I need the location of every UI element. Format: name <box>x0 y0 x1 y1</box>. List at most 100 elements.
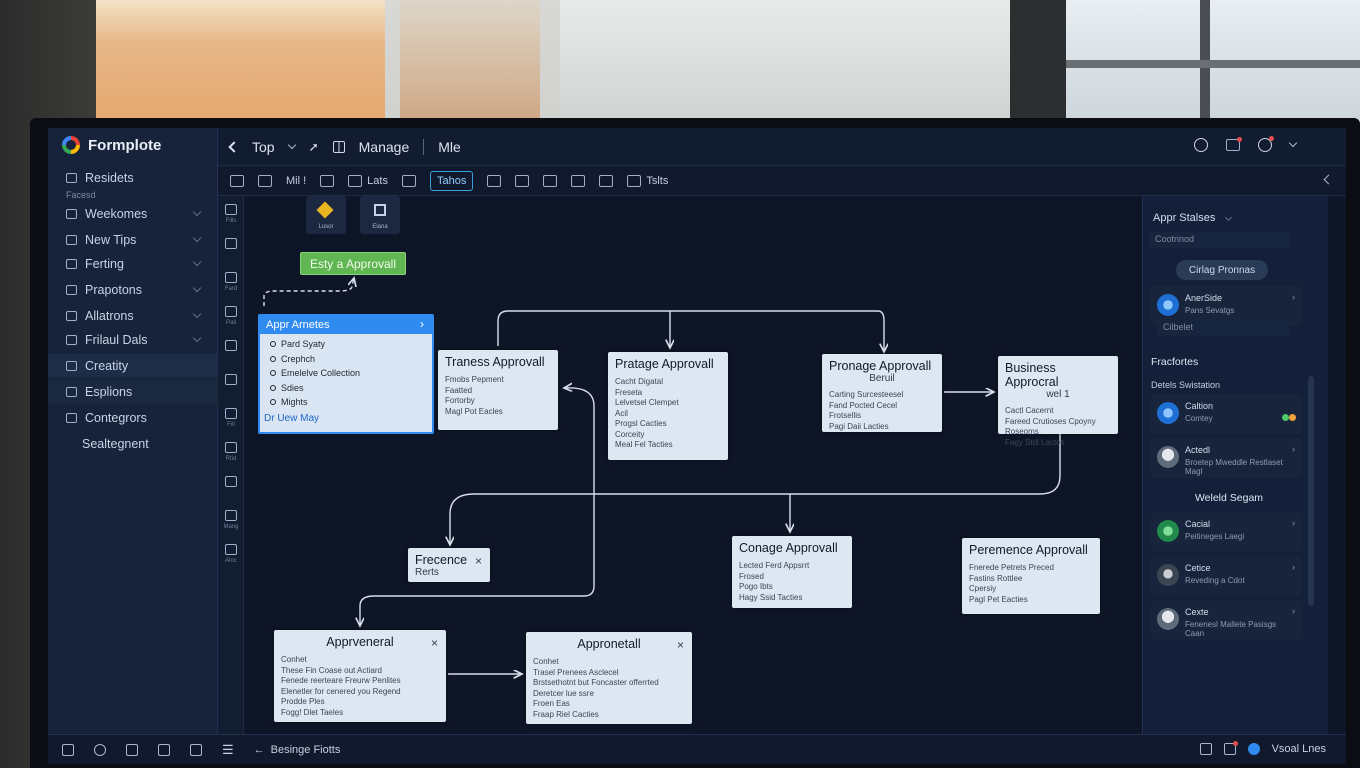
sidebar-item[interactable]: Esplions <box>48 380 218 404</box>
approval-node[interactable]: Frecence Rerts × <box>408 548 490 582</box>
chevron-down-icon[interactable] <box>192 257 202 267</box>
chevron-down-icon[interactable] <box>192 207 202 217</box>
status-dropdown[interactable]: Cootrinod <box>1149 232 1289 248</box>
tool-icon[interactable] <box>225 306 237 317</box>
breadcrumb-mle[interactable]: Mle <box>438 139 461 155</box>
chevron-down-icon[interactable] <box>1288 138 1298 148</box>
sidebar-item[interactable]: Ferting <box>48 252 218 276</box>
chevron-down-icon[interactable] <box>192 333 202 343</box>
chevron-down-icon[interactable] <box>192 283 202 293</box>
toolbar-button[interactable] <box>543 174 558 187</box>
breadcrumb-top[interactable]: Top <box>252 139 275 155</box>
doc-icon[interactable] <box>1199 743 1212 755</box>
sidebar-item[interactable]: Creatity <box>48 354 218 378</box>
more-icon[interactable]: › <box>1292 562 1295 572</box>
toolbar-button[interactable] <box>515 174 530 187</box>
tool-icon[interactable] <box>225 340 237 351</box>
toolbox-chip-lusor[interactable]: Lusor <box>306 196 346 234</box>
more-icon[interactable]: › <box>1292 444 1295 454</box>
person-card[interactable]: Actedl Broetep Mweddle Restlaset Magl › <box>1151 438 1301 478</box>
person-card[interactable]: Caltion Comtey <box>1151 394 1301 434</box>
tool-icon[interactable] <box>225 476 237 487</box>
notifications-icon[interactable] <box>1226 137 1242 151</box>
close-icon[interactable]: × <box>431 636 438 650</box>
menu-option[interactable]: Crephch <box>260 352 432 367</box>
home-icon[interactable] <box>126 743 138 756</box>
toolbar-button[interactable] <box>320 174 335 187</box>
node-context-menu[interactable]: Appr Arnetes Pard SyatyCrephchEmelelve C… <box>258 314 434 434</box>
breadcrumb-manage[interactable]: Manage <box>359 139 410 155</box>
sidebar-item[interactable]: Facesd <box>48 188 218 202</box>
toolbar-button[interactable] <box>401 174 416 187</box>
toolbar-button[interactable] <box>599 174 614 187</box>
toolbar-button[interactable]: Tahos <box>429 170 474 191</box>
tool-icon[interactable] <box>225 442 237 453</box>
pin-icon[interactable]: ➚ <box>309 140 319 154</box>
toolbar-button[interactable] <box>571 174 586 187</box>
approval-node[interactable]: Apprveneral Conhet These Fin Coase out Act… <box>274 630 446 722</box>
approval-node[interactable]: Traness Approvall Fmobs Pepment Faatted For… <box>438 350 558 430</box>
more-icon[interactable]: › <box>1292 518 1295 528</box>
sidebar-item[interactable]: Prapotons <box>48 278 218 302</box>
section-header[interactable]: Fracfortes <box>1151 356 1301 374</box>
menu-option[interactable]: Pard Syaty <box>260 337 432 352</box>
sidebar-item[interactable]: Residets <box>48 166 218 190</box>
edit-icon[interactable] <box>190 743 202 756</box>
secondary-dropdown[interactable]: Cilbelet <box>1157 320 1289 336</box>
status-right-label[interactable]: Vsoal Lnes <box>1272 743 1326 755</box>
menu-option[interactable]: Emelelve Collection <box>260 366 432 381</box>
menu-icon[interactable]: ☰ <box>222 742 234 758</box>
user-status-icon[interactable] <box>1247 743 1260 755</box>
toolbar-button[interactable]: Lats <box>348 174 388 187</box>
person-card[interactable]: Cexte Fenenesl Mallete Pasisgs Caan › <box>1151 600 1301 640</box>
approval-node[interactable]: Pratage Approvall Cacht Digatal Freseta Lel… <box>608 352 728 460</box>
chevron-down-icon[interactable] <box>192 309 202 319</box>
more-icon[interactable]: › <box>1292 292 1295 302</box>
person-card[interactable]: Cacial Peitineges Laegi › <box>1151 512 1301 552</box>
back-chevron-icon[interactable] <box>228 140 240 153</box>
scrollbar[interactable] <box>1308 376 1314 606</box>
toolbar-button[interactable]: Tslts <box>627 174 668 187</box>
doc-icon[interactable] <box>158 743 170 756</box>
toolbar-button[interactable]: Mil ! <box>286 175 306 187</box>
clock-icon[interactable] <box>1194 138 1208 152</box>
alert-icon[interactable] <box>1223 741 1238 755</box>
layout-icon[interactable] <box>62 743 74 756</box>
sidebar-item[interactable]: Sealtegnent <box>48 432 218 456</box>
status-label[interactable]: Besinge Fiotts <box>271 744 341 756</box>
tool-icon[interactable] <box>225 204 237 215</box>
tool-icon[interactable] <box>225 238 237 249</box>
approval-node[interactable]: Peremence Approvall Fnerede Petrets Prece… <box>962 538 1100 614</box>
tool-icon[interactable] <box>225 544 237 555</box>
person-card[interactable]: Cetice Reveding a Cdot › <box>1151 556 1301 596</box>
more-icon[interactable]: › <box>1292 606 1295 616</box>
menu-option[interactable]: Mights <box>260 395 432 410</box>
sidebar-item[interactable]: New Tips <box>48 228 218 252</box>
approval-node[interactable]: Conage Approvall Lected Ferd Appsrrt Frose… <box>732 536 852 608</box>
sidebar-item[interactable]: Contegrors <box>48 406 218 430</box>
add-button[interactable]: Cirlag Pronnas <box>1176 260 1268 280</box>
sidebar-item[interactable]: Allatrons <box>48 304 218 328</box>
collapse-panel-icon[interactable] <box>1323 174 1334 185</box>
workflow-canvas[interactable]: Lusor Elana Esty a Approvall Appr Arnete… <box>244 196 1142 734</box>
tool-icon[interactable] <box>225 374 237 385</box>
start-node[interactable]: Esty a Approvall <box>300 252 406 275</box>
chevron-down-icon[interactable] <box>192 233 202 243</box>
sidebar-item[interactable]: Weekomes <box>48 202 218 226</box>
menu-header[interactable]: Appr Arnetes <box>260 316 432 334</box>
approval-node[interactable]: Pronage Approvall Beruil Carting Surcestee… <box>822 354 942 432</box>
circle-icon[interactable] <box>94 743 106 756</box>
menu-option[interactable]: Sdies <box>260 381 432 396</box>
app-brand[interactable]: Formplote <box>62 136 161 154</box>
menu-footer-link[interactable]: Dr Uew May <box>260 413 432 424</box>
approval-node[interactable]: Appronetall Conhet Trasel Prenees Asclecel… <box>526 632 692 724</box>
settings-icon[interactable] <box>1258 136 1274 152</box>
toolbar-button[interactable] <box>258 174 272 187</box>
toolbar-button[interactable] <box>230 174 244 187</box>
section-header[interactable]: Weleld Segam <box>1159 492 1299 510</box>
tool-icon[interactable] <box>225 408 237 419</box>
tool-icon[interactable] <box>225 510 237 521</box>
close-icon[interactable]: × <box>677 638 684 652</box>
toolbox-chip-elana[interactable]: Elana <box>360 196 400 234</box>
toolbar-button[interactable] <box>487 174 502 187</box>
